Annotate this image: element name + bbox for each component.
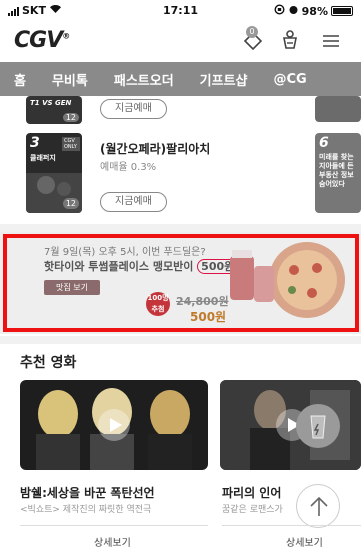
movie-title[interactable]: (월간오페라)팔리아치 [100, 140, 210, 157]
recommended-movie-card[interactable] [20, 380, 208, 470]
scroll-top-button[interactable] [296, 484, 340, 528]
age-rating-badge: 12 [62, 113, 79, 122]
highlight-frame [3, 234, 359, 332]
tab-gift-shop[interactable]: 기프트샵 [187, 70, 261, 89]
play-icon[interactable] [97, 408, 131, 442]
age-rating-badge: 12 [62, 198, 79, 209]
recommended-movie-desc: 꿈같은 로맨스가 [222, 505, 283, 515]
recommended-movie-title[interactable]: 파리의 인어 [222, 484, 281, 501]
cgv-only-tag: CGV ONLY [62, 137, 80, 151]
alarm-icon [288, 4, 299, 18]
battery-icon [331, 6, 353, 16]
detail-link[interactable]: 상세보기 [94, 534, 131, 547]
card-separator [20, 525, 208, 526]
side-poster[interactable] [315, 96, 361, 122]
section-divider [0, 336, 361, 344]
recommended-movie-title[interactable]: 밤쉘:세상을 바꾼 폭탄선언 [20, 484, 155, 501]
arrow-up-icon [310, 496, 328, 516]
ticket-button[interactable]: 지금예매 [100, 99, 167, 119]
main-nav: 홈 무비톡 패스트오더 기프트샵 @CG [0, 62, 361, 96]
poster-text: 클래퍼지 [30, 154, 56, 162]
status-bar: SKT 17:11 98% [0, 0, 361, 22]
menu-icon[interactable] [318, 28, 344, 54]
booking-rate: 예매율 0.3% [100, 162, 157, 173]
movie-poster[interactable]: T1 VS GEN 12 [26, 96, 82, 124]
rank-number: 6 [319, 135, 329, 151]
recommended-movie-desc: <빅쇼트> 제작진의 짜릿한 역전극 [20, 505, 152, 515]
my-page-icon[interactable] [277, 28, 303, 54]
rank-number: 3 [30, 135, 40, 151]
tab-fast-order[interactable]: 패스트오더 [101, 70, 187, 89]
poster-text: T1 VS GEN [30, 99, 72, 107]
ticket-button[interactable]: 지금예매 [100, 192, 167, 212]
movie-poster[interactable]: 3 클래퍼지 CGV ONLY 12 [26, 133, 82, 213]
poster-text: 미래를 찾는 지아들에 든 부동산 정보 숨어있다 [319, 153, 354, 188]
lock-rotation-icon [274, 4, 285, 18]
battery-percent: 98% [301, 4, 328, 18]
cup-icon [310, 415, 326, 439]
recommended-section-title: 추천 영화 [20, 355, 77, 371]
cgv-logo[interactable]: CGV® [14, 28, 70, 53]
coupon-icon[interactable]: 0 [240, 26, 266, 54]
section-divider [0, 224, 361, 232]
notification-badge: 0 [246, 26, 258, 38]
tab-home[interactable]: 홈 [0, 70, 39, 89]
side-poster[interactable]: 6 미래를 찾는 지아들에 든 부동산 정보 숨어있다 [315, 133, 361, 213]
status-right: 98% [274, 4, 353, 18]
card-separator [222, 525, 361, 526]
floating-promo-widget[interactable] [296, 404, 340, 448]
detail-link[interactable]: 상세보기 [286, 534, 323, 547]
tab-movietalk[interactable]: 무비톡 [39, 70, 101, 89]
tab-cgv-more[interactable]: @CG [261, 72, 320, 87]
app-header: CGV® 0 [0, 22, 361, 62]
